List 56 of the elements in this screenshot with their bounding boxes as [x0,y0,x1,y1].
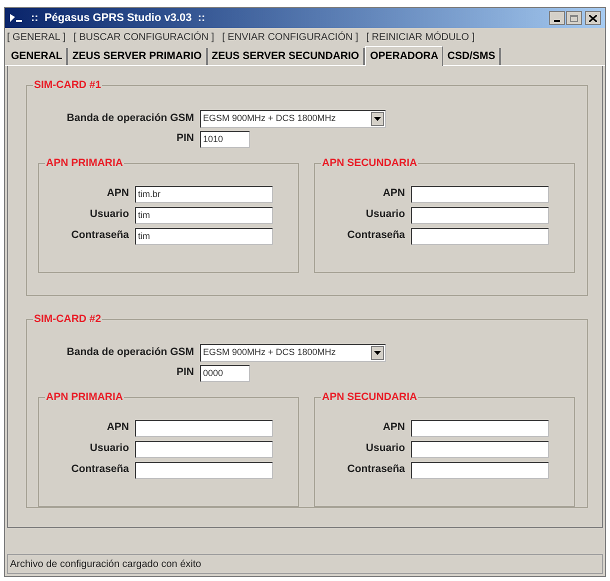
minimize-button[interactable] [549,11,565,25]
band-dropdown[interactable]: EGSM 900MHz + DCS 1800MHz [200,344,386,362]
field-label: Usuario [88,441,129,456]
text-field[interactable]: 0000 [200,364,250,382]
group-title: APN SECUNDARIA [321,156,418,171]
field-label: PIN [175,365,194,380]
text-field[interactable]: tim [135,228,273,244]
field-label: Contraseña [70,228,129,244]
text-field[interactable] [135,462,273,478]
field-label: Usuario [88,207,129,222]
field-label: Usuario [364,441,405,456]
field-label: Banda de operación GSM [66,110,194,126]
text-field[interactable] [411,462,549,478]
band-dropdown[interactable]: EGSM 900MHz + DCS 1800MHz [200,110,386,128]
text-field[interactable] [411,206,549,224]
caret-icon [374,116,381,121]
maximize-icon [570,14,578,22]
group-title: APN PRIMARIA [45,390,124,405]
caret-icon [374,350,381,355]
field-label: APN [106,186,129,202]
status-bar: Archivo de configuración cargado con éxito [7,554,603,574]
field-label: Usuario [364,207,405,222]
tab[interactable]: GENERAL [7,48,68,65]
text-field[interactable] [411,440,549,458]
menu-item[interactable]: [ REINICIAR MÓDULO ] [366,30,475,44]
field-label: APN [106,420,129,436]
tab[interactable]: OPERADORA [365,46,444,66]
field-label: Contraseña [346,228,405,244]
field-label: PIN [175,131,194,146]
text-field[interactable] [135,440,273,458]
group-title: SIM-CARD #2 [33,312,102,327]
text-field[interactable] [135,420,273,436]
app-icon [9,12,23,24]
tab[interactable]: ZEUS SERVER PRIMARIO [68,48,208,65]
text-field[interactable]: 1010 [200,130,250,148]
window-title: :: Pégasus GPRS Studio v3.03 :: [31,10,206,26]
close-button[interactable] [585,11,601,25]
field-label: Contraseña [70,462,129,478]
group-title: APN SECUNDARIA [321,390,418,405]
menu-item[interactable]: [ GENERAL ] [7,30,66,44]
field-label: APN [382,186,405,202]
group-title: APN PRIMARIA [45,156,124,171]
tab[interactable]: CSD/SMS [443,48,502,65]
group-title: SIM-CARD #1 [33,78,102,93]
field-label: APN [382,420,405,436]
minimize-icon [554,20,560,22]
field-label: Banda de operación GSM [66,344,194,360]
menu-item[interactable]: [ BUSCAR CONFIGURACIÓN ] [74,30,214,44]
text-field[interactable] [411,228,549,244]
text-field[interactable] [411,420,549,436]
text-field[interactable]: tim.br [135,186,273,202]
text-field[interactable] [411,186,549,202]
menu-item[interactable]: [ ENVIAR CONFIGURACIÓN ] [222,30,358,44]
close-icon [589,14,597,22]
text-field[interactable]: tim [135,206,273,224]
field-label: Contraseña [346,462,405,478]
